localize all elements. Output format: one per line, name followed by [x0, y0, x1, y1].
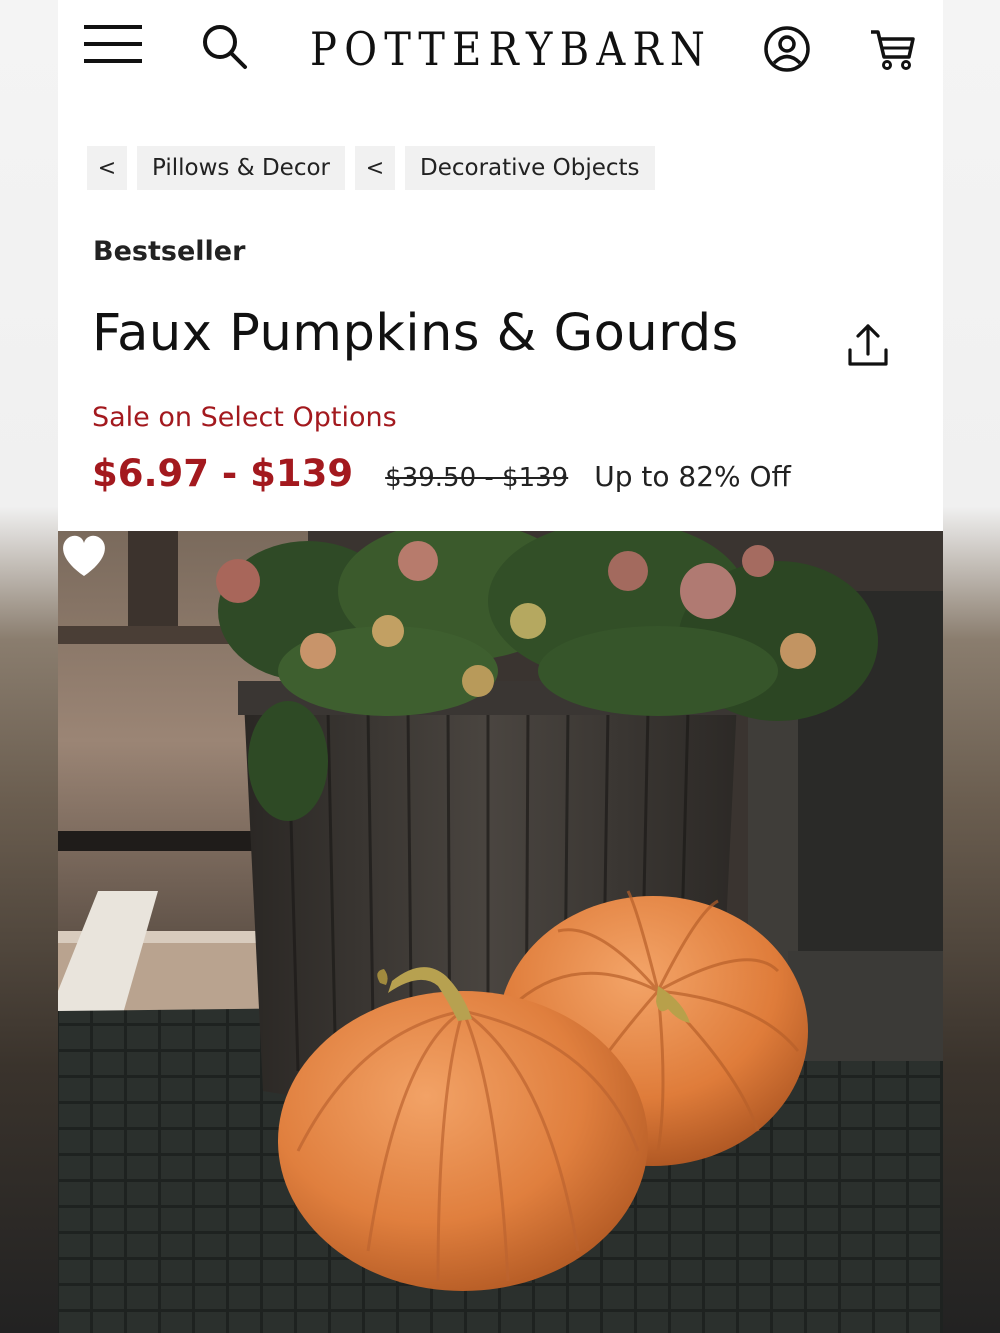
- discount-text: Up to 82% Off: [594, 460, 791, 493]
- brand-letter: Y: [526, 23, 553, 77]
- price-row: $6.97 - $139 $39.50 - $139 Up to 82% Off: [92, 452, 791, 502]
- share-icon[interactable]: [844, 320, 892, 370]
- brand-letter: N: [669, 23, 705, 77]
- brand-letter: A: [596, 23, 626, 77]
- heart-icon[interactable]: [58, 531, 110, 579]
- product-hero-image[interactable]: [58, 531, 943, 1333]
- brand-letter: R: [488, 23, 519, 77]
- original-price: $39.50 - $139: [385, 463, 569, 493]
- brand-letter: P: [310, 23, 337, 77]
- sale-note: Sale on Select Options: [92, 402, 397, 433]
- site-header: P O T T E R Y B A R N: [58, 0, 943, 100]
- bestseller-badge: Bestseller: [93, 236, 246, 267]
- brand-letter: R: [632, 23, 663, 77]
- breadcrumb-item-pillows-decor[interactable]: Pillows & Decor: [137, 146, 345, 190]
- menu-icon[interactable]: [84, 22, 142, 66]
- product-title: Faux Pumpkins & Gourds: [92, 304, 739, 363]
- brand-logo[interactable]: P O T T E R Y B A R N: [310, 18, 705, 82]
- brand-letter: E: [452, 23, 482, 77]
- breadcrumb-back-button[interactable]: <: [355, 146, 395, 190]
- brand-letter: O: [344, 23, 377, 77]
- pumpkins-photo: [58, 531, 943, 1333]
- cart-icon[interactable]: [868, 24, 918, 74]
- account-icon[interactable]: [762, 24, 812, 74]
- breadcrumb: < Pillows & Decor < Decorative Objects: [87, 146, 655, 190]
- brand-letter: T: [384, 23, 411, 77]
- breadcrumb-back-button[interactable]: <: [87, 146, 127, 190]
- brand-letter: B: [559, 23, 590, 77]
- product-page: P O T T E R Y B A R N < Pillows & Decor …: [58, 0, 943, 1333]
- sale-price: $6.97 - $139: [92, 452, 354, 495]
- brand-letter: T: [418, 23, 445, 77]
- breadcrumb-item-decorative-objects[interactable]: Decorative Objects: [405, 146, 655, 190]
- search-icon[interactable]: [200, 22, 248, 70]
